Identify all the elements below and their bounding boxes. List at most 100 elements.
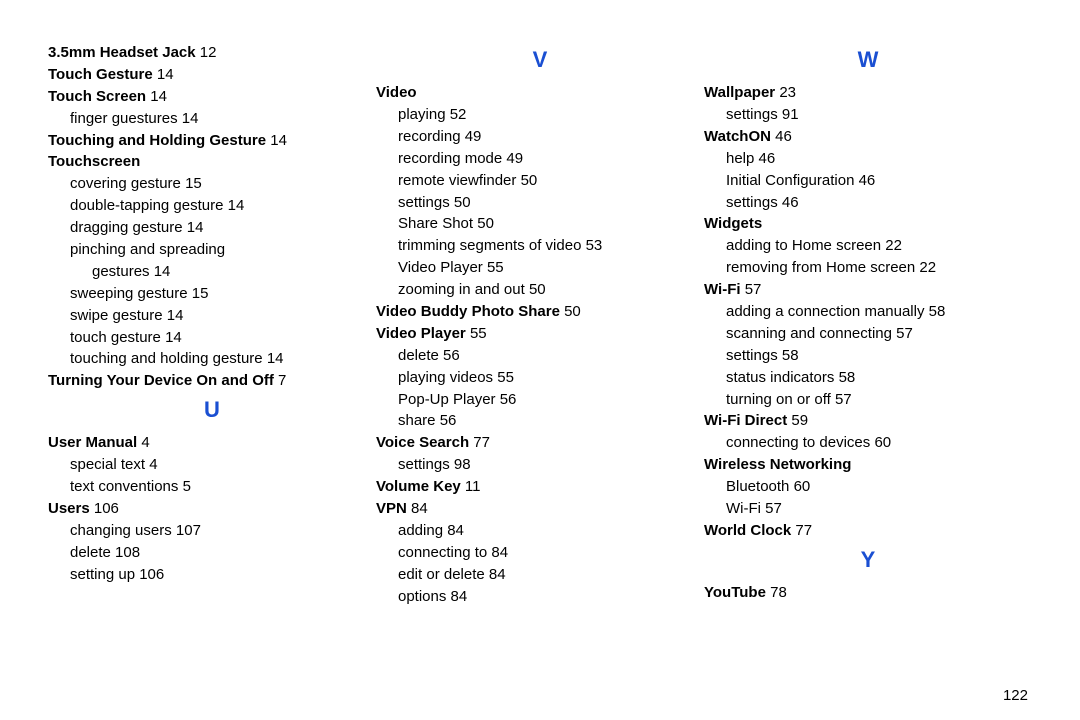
index-entry[interactable]: Wallpaper 23 — [704, 82, 1032, 104]
index-entry[interactable]: finger guestures 14 — [48, 108, 376, 130]
index-entry[interactable]: gestures 14 — [48, 261, 376, 283]
index-entry[interactable]: YouTube 78 — [704, 582, 1032, 604]
index-entry-page: 107 — [176, 522, 201, 539]
index-entry[interactable]: Bluetooth 60 — [704, 476, 1032, 498]
index-entry-label: Initial Configuration — [726, 172, 854, 189]
index-entry-page: 50 — [529, 281, 546, 298]
index-column: 3.5mm Headset Jack 12Touch Gesture 14Tou… — [48, 42, 376, 607]
index-entry[interactable]: help 46 — [704, 148, 1032, 170]
index-entry-label: double-tapping gesture — [70, 197, 223, 214]
index-entry-page: 77 — [795, 522, 812, 539]
index-entry[interactable]: adding 84 — [376, 520, 704, 542]
index-entry-page: 78 — [770, 584, 787, 601]
index-entry-label: Video Player — [376, 325, 466, 342]
index-entry[interactable]: remote viewfinder 50 — [376, 170, 704, 192]
index-entry[interactable]: Turning Your Device On and Off 7 — [48, 370, 376, 392]
index-entry[interactable]: delete 108 — [48, 542, 376, 564]
index-entry[interactable]: playing videos 55 — [376, 367, 704, 389]
index-entry[interactable]: settings 46 — [704, 192, 1032, 214]
index-entry-label: WatchON — [704, 128, 771, 145]
index-entry-page: 53 — [586, 237, 603, 254]
index-entry[interactable]: Video Player 55 — [376, 257, 704, 279]
index-entry[interactable]: playing 52 — [376, 104, 704, 126]
index-entry[interactable]: WatchON 46 — [704, 126, 1032, 148]
index-entry[interactable]: Initial Configuration 46 — [704, 170, 1032, 192]
index-entry[interactable]: scanning and connecting 57 — [704, 323, 1032, 345]
index-entry-label: scanning and connecting — [726, 325, 892, 342]
index-entry[interactable]: Touch Screen 14 — [48, 86, 376, 108]
index-entry[interactable]: swipe gesture 14 — [48, 305, 376, 327]
index-entry[interactable]: zooming in and out 50 — [376, 279, 704, 301]
index-entry[interactable]: changing users 107 — [48, 520, 376, 542]
index-entry[interactable]: delete 56 — [376, 345, 704, 367]
index-entry[interactable]: VPN 84 — [376, 498, 704, 520]
index-entry-label: Touchscreen — [48, 153, 140, 170]
index-entry[interactable]: Volume Key 11 — [376, 476, 704, 498]
index-entry[interactable]: settings 50 — [376, 192, 704, 214]
index-entry-page: 46 — [759, 150, 776, 167]
index-entry[interactable]: 3.5mm Headset Jack 12 — [48, 42, 376, 64]
index-entry-page: 46 — [782, 194, 799, 211]
index-entry[interactable]: connecting to devices 60 — [704, 432, 1032, 454]
index-entry-label: YouTube — [704, 584, 766, 601]
index-entry[interactable]: Wi-Fi 57 — [704, 498, 1032, 520]
index-entry-label: Wallpaper — [704, 84, 775, 101]
index-entry-label: edit or delete — [398, 566, 485, 583]
index-entry[interactable]: options 84 — [376, 586, 704, 608]
index-entry[interactable]: settings 98 — [376, 454, 704, 476]
index-entry[interactable]: Video — [376, 82, 704, 104]
index-entry[interactable]: sweeping gesture 15 — [48, 283, 376, 305]
index-entry[interactable]: settings 58 — [704, 345, 1032, 367]
index-entry[interactable]: special text 4 — [48, 454, 376, 476]
index-entry[interactable]: Voice Search 77 — [376, 432, 704, 454]
index-entry-page: 14 — [157, 66, 174, 83]
index-entry[interactable]: settings 91 — [704, 104, 1032, 126]
section-heading: V — [376, 44, 704, 76]
index-entry[interactable]: touching and holding gesture 14 — [48, 348, 376, 370]
index-entry[interactable]: Users 106 — [48, 498, 376, 520]
index-entry[interactable]: trimming segments of video 53 — [376, 235, 704, 257]
index-entry[interactable]: Wi-Fi 57 — [704, 279, 1032, 301]
index-entry[interactable]: Pop-Up Player 56 — [376, 389, 704, 411]
index-entry[interactable]: share 56 — [376, 410, 704, 432]
index-entry-page: 58 — [839, 369, 856, 386]
index-entry[interactable]: recording mode 49 — [376, 148, 704, 170]
index-entry-label: Wi-Fi — [704, 281, 741, 298]
index-entry[interactable]: removing from Home screen 22 — [704, 257, 1032, 279]
index-entry-label: Voice Search — [376, 434, 469, 451]
index-entry-page: 49 — [506, 150, 523, 167]
index-entry[interactable]: Wireless Networking — [704, 454, 1032, 476]
index-entry[interactable]: Widgets — [704, 213, 1032, 235]
index-entry[interactable]: Video Player 55 — [376, 323, 704, 345]
index-entry[interactable]: double-tapping gesture 14 — [48, 195, 376, 217]
index-entry[interactable]: text conventions 5 — [48, 476, 376, 498]
index-entry[interactable]: Wi-Fi Direct 59 — [704, 410, 1032, 432]
index-entry-page: 106 — [94, 500, 119, 517]
index-entry-page: 12 — [200, 44, 217, 61]
index-entry[interactable]: covering gesture 15 — [48, 173, 376, 195]
index-entry[interactable]: World Clock 77 — [704, 520, 1032, 542]
index-entry[interactable]: Video Buddy Photo Share 50 — [376, 301, 704, 323]
index-entry[interactable]: adding a connection manually 58 — [704, 301, 1032, 323]
index-entry[interactable]: touch gesture 14 — [48, 327, 376, 349]
index-entry[interactable]: Share Shot 50 — [376, 213, 704, 235]
index-entry[interactable]: recording 49 — [376, 126, 704, 148]
index-entry[interactable]: Touching and Holding Gesture 14 — [48, 130, 376, 152]
index-entry[interactable]: Touchscreen — [48, 151, 376, 173]
index-entry[interactable]: edit or delete 84 — [376, 564, 704, 586]
index-entry-label: Video — [376, 84, 417, 101]
index-entry-page: 50 — [454, 194, 471, 211]
index-entry-label: touch gesture — [70, 329, 161, 346]
index-entry[interactable]: connecting to 84 — [376, 542, 704, 564]
index-entry[interactable]: User Manual 4 — [48, 432, 376, 454]
index-entry[interactable]: pinching and spreading — [48, 239, 376, 261]
index-entry-page: 98 — [454, 456, 471, 473]
index-entry[interactable]: setting up 106 — [48, 564, 376, 586]
index-entry[interactable]: dragging gesture 14 — [48, 217, 376, 239]
index-entry-label: settings — [726, 194, 778, 211]
index-entry[interactable]: status indicators 58 — [704, 367, 1032, 389]
index-entry[interactable]: turning on or off 57 — [704, 389, 1032, 411]
index-entry[interactable]: Touch Gesture 14 — [48, 64, 376, 86]
index-entry-page: 57 — [835, 391, 852, 408]
index-entry[interactable]: adding to Home screen 22 — [704, 235, 1032, 257]
